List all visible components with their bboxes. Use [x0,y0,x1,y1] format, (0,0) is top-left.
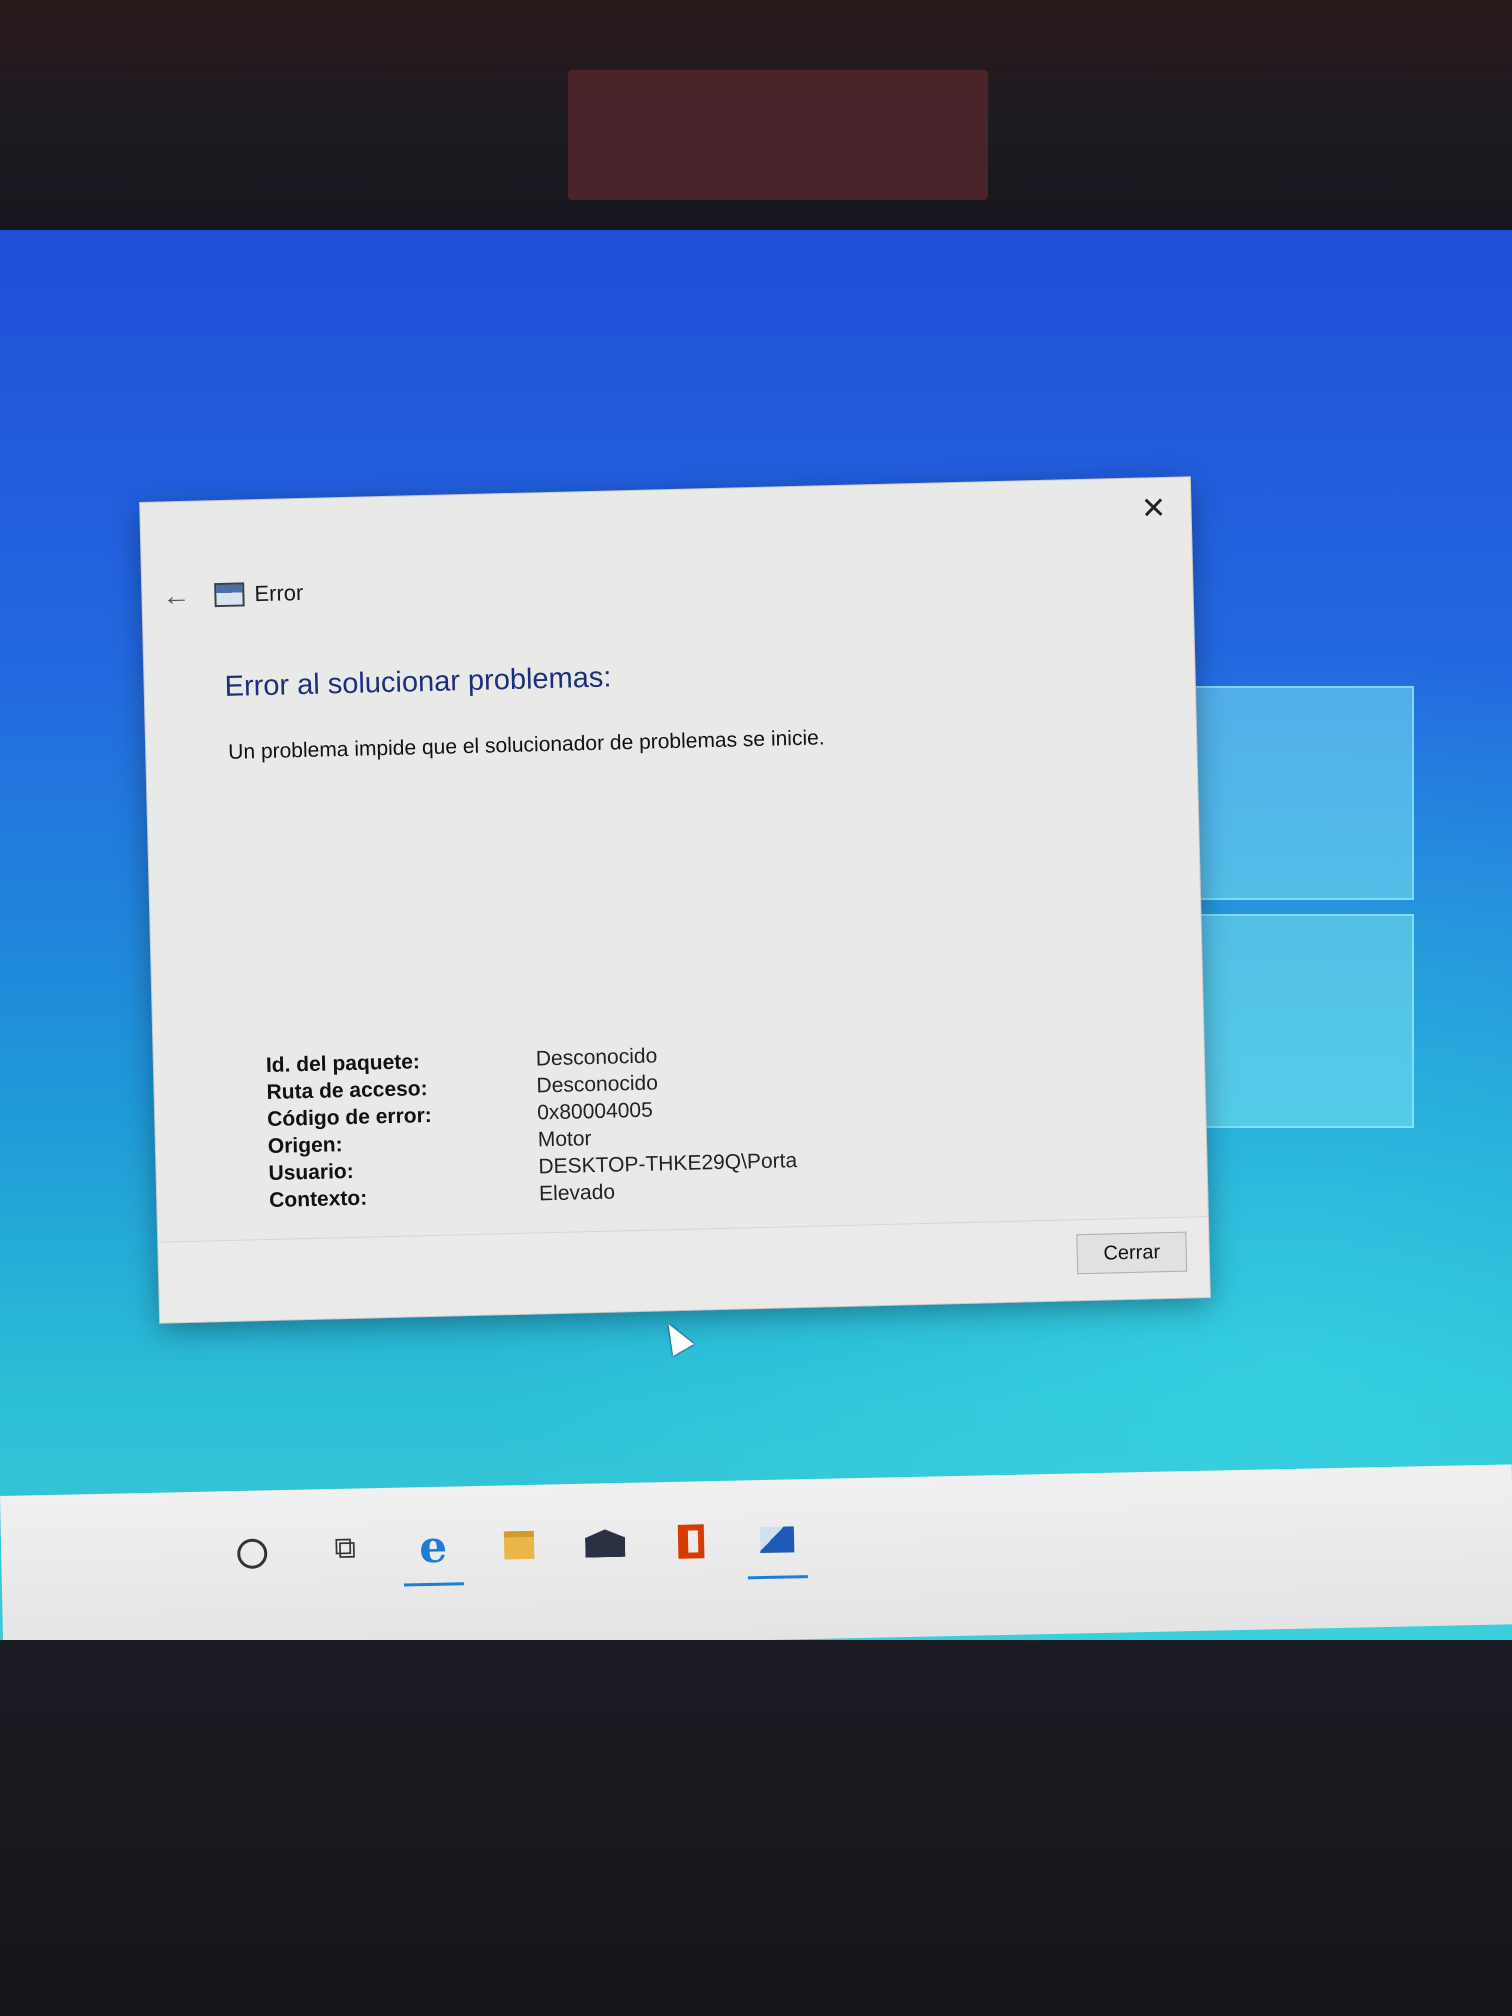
troubleshooter-app-icon [214,582,245,608]
mouse-cursor-icon [658,1318,694,1356]
active-app-indicator [747,1575,808,1580]
camera-glare [568,70,988,200]
taskbar: ⧉ e [0,1464,1512,1656]
dialog-button-bar: Cerrar [158,1216,1210,1323]
desktop: ✕ ← Error Error al solucionar problemas:… [0,230,1512,1660]
error-details: Id. del paquete: Desconocido Ruta de acc… [266,1039,799,1214]
mail-icon[interactable] [583,1521,628,1566]
back-arrow-icon[interactable]: ← [162,579,203,612]
detail-value: Elevado [538,1180,616,1205]
cerrar-button[interactable]: Cerrar [1076,1231,1188,1275]
search-circle-icon[interactable] [236,1538,268,1570]
troubleshooter-error-dialog: ✕ ← Error Error al solucionar problemas:… [140,477,1210,1323]
task-view-icon[interactable]: ⧉ [323,1526,368,1571]
window-title: Error [254,579,304,607]
detail-value: Desconocido [536,1070,659,1097]
detail-value: 0x80004005 [536,1098,654,1124]
detail-label: Contexto: [268,1186,368,1212]
edge-icon[interactable]: e [411,1521,456,1573]
office-icon[interactable] [669,1519,714,1564]
close-icon[interactable]: ✕ [1136,492,1171,527]
monitor-bezel-bottom [0,1640,1512,2016]
error-heading: Error al solucionar problemas: [224,661,612,703]
monitor-bezel-top [0,0,1512,240]
detail-value: Desconocido [535,1043,658,1070]
dialog-titlebar: ← Error [162,573,304,616]
photos-icon[interactable] [755,1517,800,1562]
active-app-indicator [403,1582,464,1587]
windows-logo-pane [1180,686,1414,900]
detail-value: Motor [537,1126,592,1151]
file-explorer-icon[interactable] [497,1523,542,1568]
error-description: Un problema impide que el solucionador d… [227,726,825,764]
windows-logo-pane [1180,914,1414,1128]
